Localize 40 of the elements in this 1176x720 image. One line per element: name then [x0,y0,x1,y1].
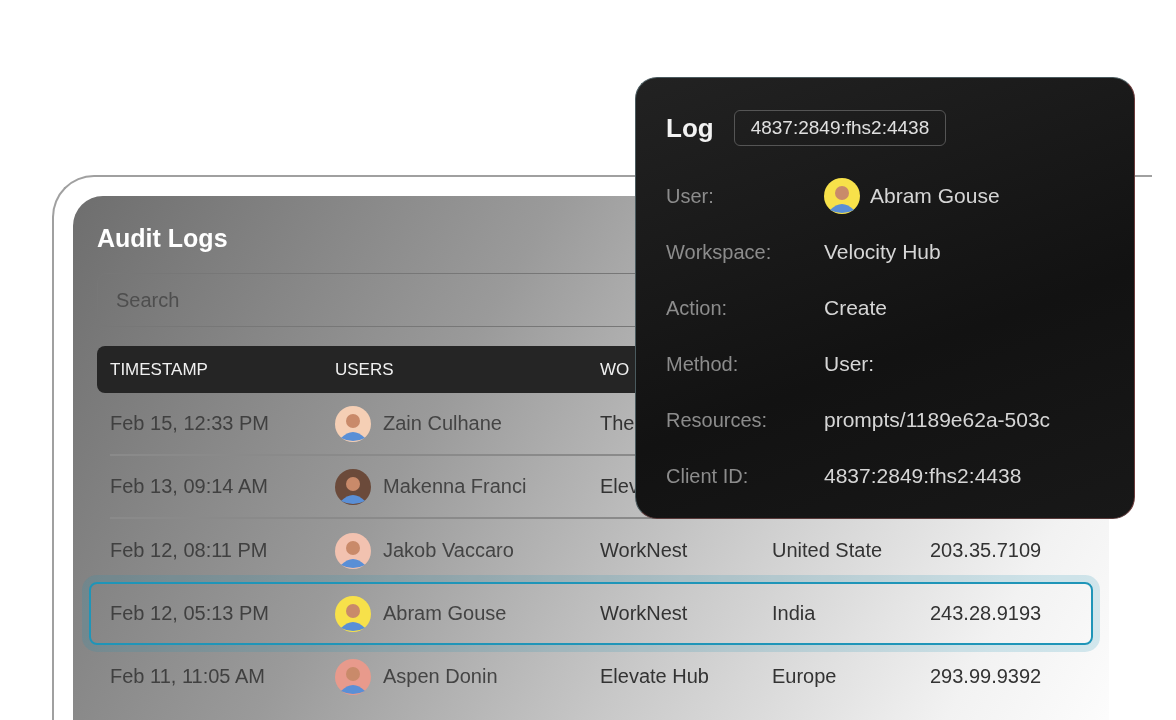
popup-title: Log [666,112,714,144]
user-name: Zain Culhane [383,412,502,435]
field-value: User: [824,352,876,376]
field-label: Resources: [666,408,769,432]
column-header: USERS [335,359,394,380]
column-header: TIMESTAMP [110,359,208,380]
user-name: Jakob Vaccaro [383,539,514,562]
workspace-cell: The [600,412,635,435]
table-row[interactable]: Feb 11, 11:05 AM Aspen Donin Elevate Hub Europe 293.99.9392 [97,645,1085,708]
timestamp-cell: Feb 15, 12:33 PM [110,412,269,435]
field-label: Action: [666,296,729,320]
field-value: Velocity Hub [824,240,942,264]
panel-title: Audit Logs [97,224,228,253]
field-value: 4837:2849:fhs2:4438 [824,464,1023,488]
field-label: Client ID: [666,464,750,488]
user-name: Makenna Franci [383,475,527,498]
timestamp-cell: Feb 11, 11:05 AM [110,665,265,688]
timestamp-cell: Feb 12, 08:11 PM [110,539,268,562]
column-header: WO [600,359,630,380]
ip-cell: 243.28.9193 [930,602,1042,625]
region-cell: India [772,602,816,625]
workspace-cell: WorkNest [600,539,688,562]
timestamp-cell: Feb 13, 09:14 AM [110,475,268,498]
user-name: Abram Gouse [383,602,507,625]
table-row[interactable]: Feb 12, 08:11 PM Jakob Vaccaro WorkNest United State 203.35.7109 [97,519,1085,582]
ip-cell: 203.35.7109 [930,539,1042,562]
field-label: User: [666,184,715,208]
ip-cell: 293.99.9392 [930,665,1042,688]
field-value: prompts/1189e62a-503c [824,408,1052,432]
field-label: Method: [666,352,740,376]
log-id-tag: 4837:2849:fhs2:4438 [733,110,947,146]
field-label: Workspace: [666,240,773,264]
field-value: Abram Gouse [870,184,1000,208]
region-cell: United State [772,539,883,562]
timestamp-cell: Feb 12, 05:13 PM [110,602,269,625]
workspace-cell: Elevate Hub [600,665,709,688]
region-cell: Europe [772,665,837,688]
user-name: Aspen Donin [383,665,498,688]
field-value: Create [824,296,889,320]
workspace-cell: WorkNest [600,602,688,625]
